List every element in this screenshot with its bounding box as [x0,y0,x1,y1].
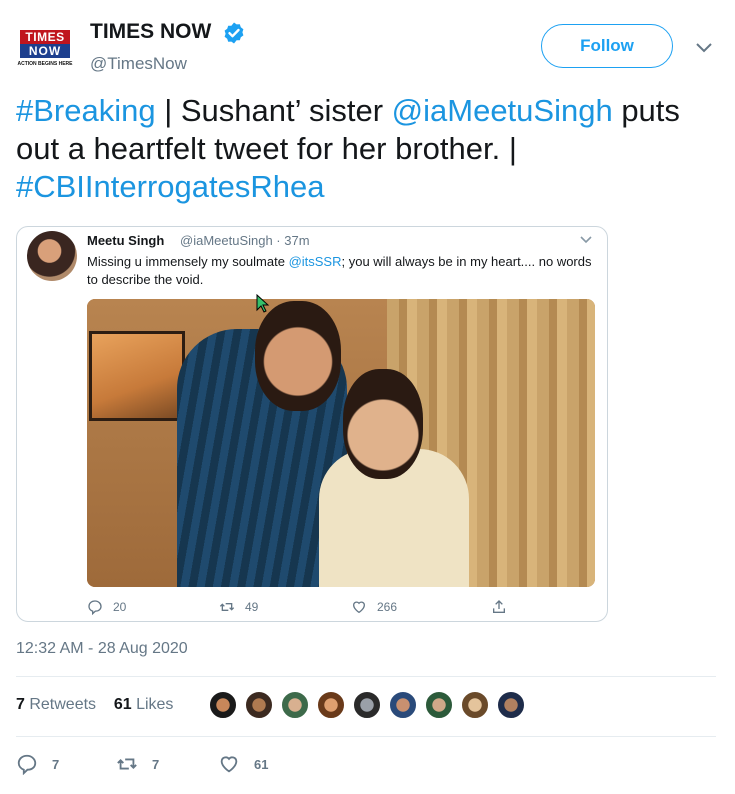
quoted-author-handle[interactable]: @iaMeetuSingh · 37m [180,233,310,248]
avatar[interactable] [460,690,490,720]
mouse-cursor-icon [256,294,270,313]
divider [16,736,716,737]
likes-count: 61 [113,696,132,713]
mention-itsssr[interactable]: @itsSSR [289,254,342,269]
reply-icon [88,600,102,615]
heart-icon [352,601,366,614]
retweet-action[interactable]: 7 [116,752,159,776]
quoted-reply-count: 20 [113,600,127,614]
reply-icon [17,754,37,775]
avatar[interactable] [208,690,238,720]
tweet-text-segment: | Sushant’ sister [155,93,392,128]
likes-label: Likes [131,696,174,713]
mention-iameetusingh[interactable]: @iaMeetuSingh [392,93,613,128]
follow-button[interactable]: Follow [541,24,673,68]
retweet-icon [117,758,137,770]
quoted-retweet-count: 49 [245,600,259,614]
times-now-logo[interactable]: TIMES NOW ACTION BEGINS HERE [16,28,74,72]
retweet-icon [219,603,235,611]
quoted-like-count: 266 [377,600,398,614]
quoted-retweet-action[interactable]: 49 [219,597,258,617]
avatar[interactable] [496,690,526,720]
hashtag-breaking[interactable]: #Breaking [16,93,156,128]
retweets-stat[interactable]: 7 Retweets [16,696,96,713]
divider [16,676,716,677]
reply-action[interactable]: 7 [16,752,59,776]
reply-count: 7 [52,756,60,772]
quoted-text-segment: Missing u immensely my soulmate [87,254,289,269]
chevron-down-icon[interactable] [579,235,593,245]
logo-line2: NOW [20,44,70,58]
logo-line1: TIMES [20,30,70,44]
tweet-stats: 7 Retweets 61 Likes [16,696,173,714]
avatar[interactable] [244,690,274,720]
avatar[interactable] [388,690,418,720]
quoted-tweet[interactable]: Meetu Singh @iaMeetuSingh · 37m Missing … [16,226,608,622]
quoted-tweet-text: Missing u immensely my soulmate @itsSSR;… [87,253,597,289]
likes-stat[interactable]: 61 Likes [114,696,174,713]
share-icon [493,600,505,613]
avatar[interactable] [316,690,346,720]
verified-badge-icon [224,22,244,44]
retweets-label: Retweets [24,696,97,713]
photo-woman-head [343,369,423,479]
author-handle[interactable]: @TimesNow [90,54,187,74]
photo-wall-frame [89,331,185,421]
author-name[interactable]: TIMES NOW [90,20,211,44]
photo-man-head [255,301,341,411]
quoted-actions: 20 49 266 [87,597,587,617]
avatar[interactable] [27,231,77,281]
logo-tagline: ACTION BEGINS HERE [17,61,73,67]
like-action[interactable]: 61 [218,752,268,776]
tweet-text: #Breaking | Sushant’ sister @iaMeetuSing… [16,92,716,206]
quoted-like-action[interactable]: 266 [351,597,397,617]
quoted-author-name[interactable]: Meetu Singh [87,233,164,248]
heart-icon [220,756,238,773]
retweets-count: 7 [16,696,25,713]
avatar[interactable] [424,690,454,720]
quoted-reply-action[interactable]: 20 [87,597,126,617]
tweet-actions: 7 7 61 [16,752,716,776]
like-count: 61 [254,756,269,772]
tweet-card: TIMES NOW ACTION BEGINS HERE TIMES NOW @… [0,0,735,794]
hashtag-cbiinterrogatesrhea[interactable]: #CBIInterrogatesRhea [16,169,324,204]
quoted-share-action[interactable] [491,597,517,617]
avatar[interactable] [280,690,310,720]
tweet-photo[interactable] [87,299,595,587]
avatar[interactable] [352,690,382,720]
tweet-timestamp[interactable]: 12:32 AM - 28 Aug 2020 [16,640,188,658]
chevron-down-icon[interactable] [694,40,714,56]
retweet-count: 7 [152,756,160,772]
